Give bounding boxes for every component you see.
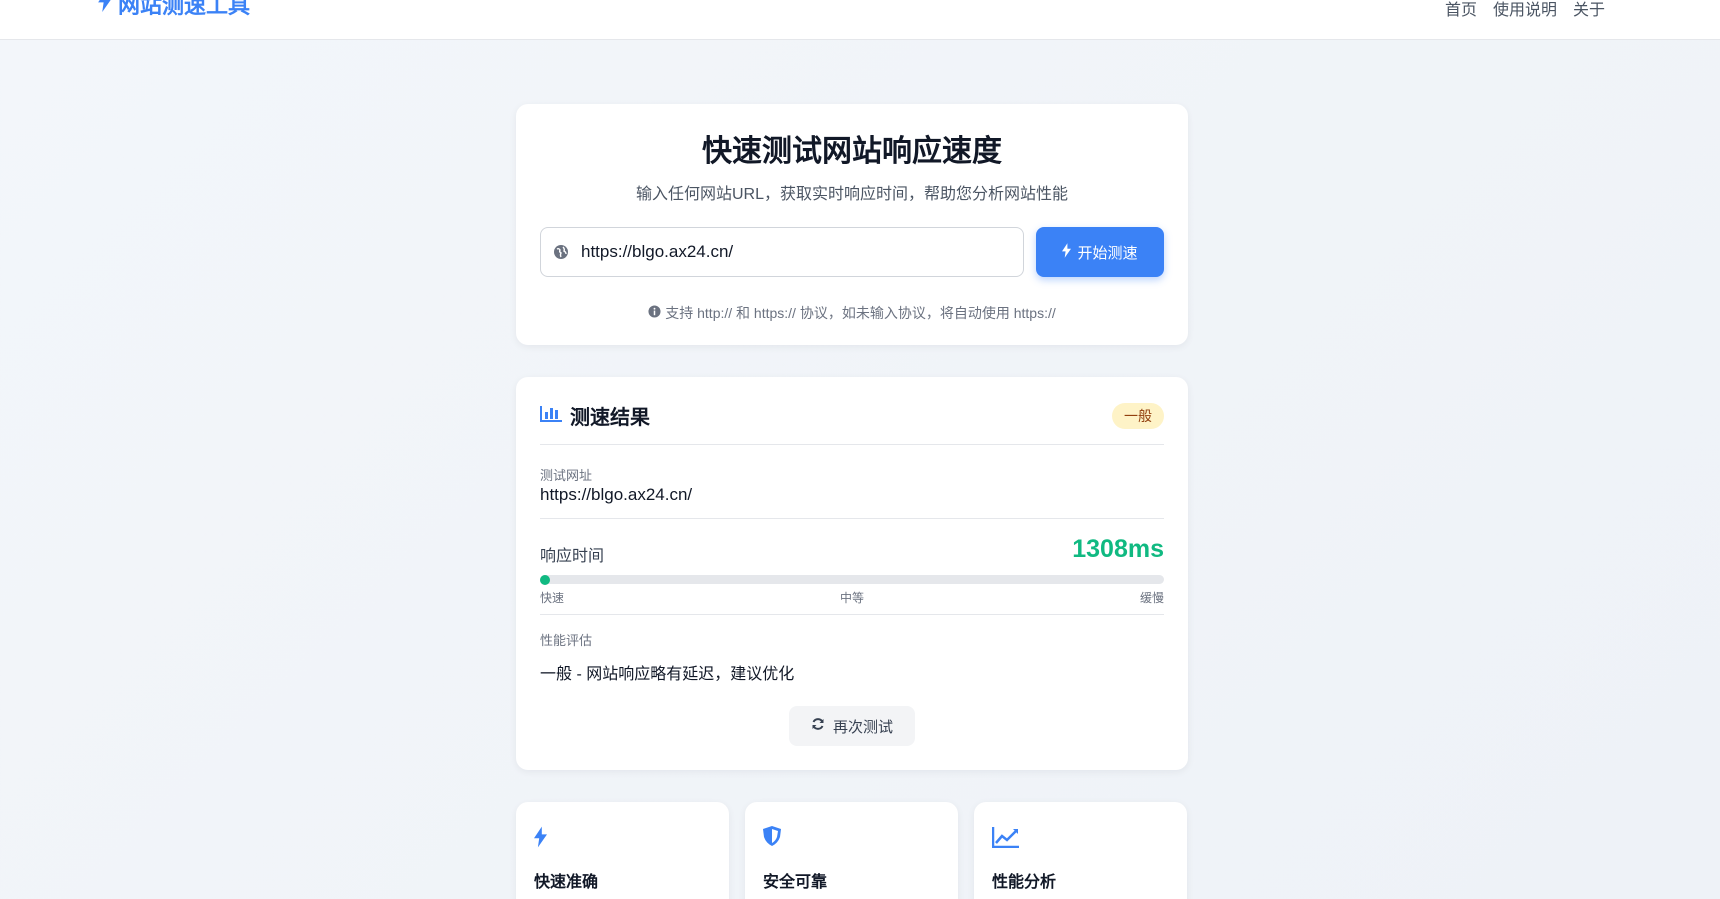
brand-logo[interactable]: 网站测速工具 — [98, 0, 250, 20]
response-time-value: 1308ms — [1072, 535, 1164, 563]
speed-indicator — [540, 575, 550, 585]
nav-guide[interactable]: 使用说明 — [1493, 0, 1557, 20]
nav-home[interactable]: 首页 — [1445, 0, 1477, 20]
bolt-icon — [534, 826, 547, 853]
performance-label: 性能评估 — [540, 633, 593, 648]
protocol-hint: 支持 http:// 和 https:// 协议，如未输入协议，将自动使用 ht… — [516, 303, 1188, 323]
shield-icon — [763, 826, 781, 851]
feature-title: 性能分析 — [992, 874, 1057, 891]
result-title-text: 测速结果 — [570, 407, 650, 429]
main-nav: 首页 使用说明 关于 — [1445, 0, 1605, 20]
globe-icon — [553, 244, 569, 260]
nav-about[interactable]: 关于 — [1573, 0, 1605, 20]
result-card: 测速结果 一般 测试网址 https://blgo.ax24.cn/ 响应时间 … — [516, 377, 1188, 770]
performance-text: 一般 - 网站响应略有延迟，建议优化 — [540, 666, 795, 683]
bolt-icon — [98, 0, 112, 18]
scale-fast: 快速 — [540, 591, 565, 605]
url-input-box[interactable] — [540, 227, 1024, 277]
feature-card-secure: 安全可靠 — [745, 802, 958, 899]
status-badge: 一般 — [1112, 403, 1164, 429]
scale-medium: 中等 — [840, 591, 865, 605]
bolt-icon — [1062, 242, 1072, 262]
feature-title: 安全可靠 — [763, 874, 828, 891]
feature-title: 快速准确 — [534, 874, 599, 891]
scale-slow: 缓慢 — [1139, 591, 1164, 605]
url-input[interactable] — [581, 242, 1001, 262]
retry-label: 再次测试 — [832, 718, 893, 736]
top-header: 网站测速工具 首页 使用说明 关于 — [0, 0, 1720, 40]
hint-text: 支持 http:// 和 https:// 协议，如未输入协议，将自动使用 ht… — [665, 305, 1056, 321]
start-test-label: 开始测速 — [1077, 244, 1138, 262]
refresh-icon — [811, 717, 825, 735]
result-header: 测速结果 一般 — [540, 401, 1164, 445]
url-label: 测试网址 — [540, 468, 593, 483]
start-test-button[interactable]: 开始测速 — [1036, 227, 1164, 277]
info-icon — [648, 305, 661, 321]
feature-card-fast: 快速准确 — [516, 802, 729, 899]
hero-title: 快速测试网站响应速度 — [702, 135, 1002, 168]
response-time-label: 响应时间 — [540, 548, 605, 565]
divider — [540, 518, 1164, 519]
retry-button[interactable]: 再次测试 — [789, 706, 915, 746]
bar-chart-icon — [540, 404, 562, 428]
brand-name: 网站测速工具 — [118, 0, 251, 18]
hero-subtitle: 输入任何网站URL，获取实时响应时间，帮助您分析网站性能 — [635, 186, 1068, 203]
chart-line-icon — [991, 826, 1020, 853]
speed-test-card: 快速测试网站响应速度 输入任何网站URL，获取实时响应时间，帮助您分析网站性能 … — [516, 104, 1188, 345]
feature-card-analysis: 性能分析 — [974, 802, 1187, 899]
divider — [540, 614, 1164, 615]
tested-url: https://blgo.ax24.cn/ — [540, 485, 693, 504]
speed-progress-bar — [540, 575, 1164, 585]
result-title: 测速结果 — [540, 401, 650, 430]
